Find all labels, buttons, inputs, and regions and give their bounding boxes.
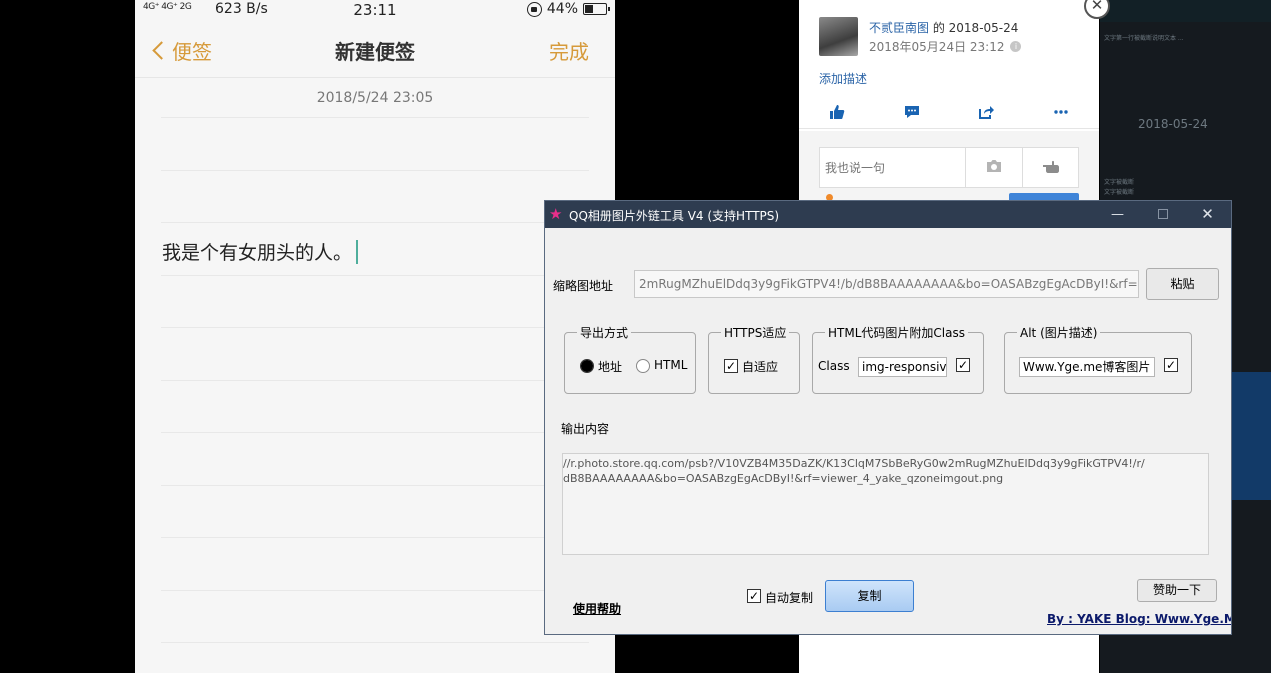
note-line <box>161 590 589 591</box>
class-label: Class <box>818 359 850 373</box>
note-line <box>161 275 589 276</box>
https-group: HTTPS适应 ✓ 自适应 <box>708 324 800 394</box>
info-icon[interactable]: i <box>1010 41 1022 52</box>
page-title: 新建便签 <box>335 40 415 64</box>
auto-copy-checkbox[interactable]: ✓ <box>747 589 761 603</box>
window-title: QQ相册图片外链工具 V4 (支持HTTPS) <box>569 209 780 223</box>
export-mode-group: 导出方式 地址 HTML <box>564 324 696 394</box>
html-class-group: HTML代码图片附加Class Class img-responsive ✓ <box>812 324 984 394</box>
uploader-name-link[interactable]: 不贰臣南图 <box>869 21 929 35</box>
comment-input[interactable] <box>820 148 965 187</box>
thumbnail-url-field[interactable]: 2mRugMZhuElDdq3y9gFikGTPV4!/b/dB8BAAAAAA… <box>634 270 1139 298</box>
auto-copy-label: 自动复制 <box>765 591 814 605</box>
maximize-button[interactable] <box>1140 201 1185 228</box>
note-line <box>161 222 589 223</box>
author-link[interactable]: By : YAKE Blog: Www.Yge.Me <box>1047 612 1231 626</box>
export-url-label: 地址 <box>598 360 623 374</box>
note-line <box>161 380 589 381</box>
copy-button[interactable]: 复制 <box>825 580 914 612</box>
background-text: 文字第一行被截断说明文本 ... <box>1104 35 1184 42</box>
status-right: 44% <box>526 1 610 17</box>
more-icon[interactable] <box>1052 104 1070 122</box>
thumbnail-url-label: 缩略图地址 <box>553 279 614 293</box>
background-date: 2018-05-24 <box>1138 117 1208 131</box>
donate-button[interactable]: 赞助一下 <box>1137 579 1217 602</box>
output-textarea[interactable]: //r.photo.store.qq.com/psb?/V10VZB4M35Da… <box>562 453 1209 555</box>
note-line <box>161 432 589 433</box>
pointing-hand-icon[interactable] <box>1022 148 1079 187</box>
background-header <box>1100 0 1271 22</box>
https-auto-label: 自适应 <box>742 360 779 374</box>
camera-icon[interactable] <box>965 148 1022 187</box>
note-date: 2018/5/24 23:05 <box>316 90 434 106</box>
class-checkbox[interactable]: ✓ <box>956 358 970 372</box>
paste-button[interactable]: 粘贴 <box>1146 268 1219 300</box>
notes-nav-bar: 便签 新建便签 完成 <box>135 22 615 78</box>
close-button[interactable]: ✕ <box>1185 201 1230 228</box>
uploader-line: 不贰臣南图 的 2018-05-24 <box>869 19 1018 36</box>
note-line <box>161 485 589 486</box>
star-app-icon: ★ <box>549 205 563 223</box>
rotation-lock-icon <box>526 1 542 17</box>
upload-time: 2018年05月24日 23:12 i <box>869 38 1022 55</box>
export-html-label: HTML <box>654 358 688 372</box>
add-description-link[interactable]: 添加描述 <box>819 70 867 87</box>
class-input[interactable]: img-responsive <box>858 357 947 377</box>
background-text: 文字被截断 文字被截断 <box>1104 179 1135 196</box>
window-title-bar[interactable]: ★ QQ相册图片外链工具 V4 (支持HTTPS) — ✕ <box>545 201 1231 228</box>
output-label: 输出内容 <box>561 422 610 436</box>
status-bar: 4G⁺ 4G⁺ 2G 623 B/s 23:11 44% <box>135 0 615 22</box>
link-tool-window: ★ QQ相册图片外链工具 V4 (支持HTTPS) — ✕ 缩略图地址 2mRu… <box>544 200 1232 635</box>
text-cursor <box>356 240 359 264</box>
battery-fill <box>585 5 593 13</box>
phone-notes-screen: 4G⁺ 4G⁺ 2G 623 B/s 23:11 44% 便签 新建便签 完成 … <box>135 0 615 673</box>
export-mode-title: 导出方式 <box>577 324 632 341</box>
export-url-radio[interactable] <box>580 359 594 373</box>
minimize-button[interactable]: — <box>1095 201 1140 228</box>
battery-percent: 44% <box>546 1 578 17</box>
https-auto-checkbox[interactable]: ✓ <box>724 359 738 373</box>
share-icon[interactable] <box>977 104 995 122</box>
note-line <box>161 170 589 171</box>
comment-box <box>819 147 1079 188</box>
avatar[interactable] <box>819 17 858 56</box>
help-link[interactable]: 使用帮助 <box>573 600 621 617</box>
note-line <box>161 642 589 643</box>
maximize-icon <box>1157 209 1168 219</box>
export-html-radio[interactable] <box>636 359 650 373</box>
thumbs-up-icon[interactable] <box>828 104 846 122</box>
alt-checkbox[interactable]: ✓ <box>1164 358 1178 372</box>
html-class-title: HTML代码图片附加Class <box>825 324 968 341</box>
battery-icon <box>583 3 610 15</box>
alt-group: Alt (图片描述) Www.Yge.me博客图片 ✓ <box>1004 324 1192 394</box>
note-line <box>161 117 589 118</box>
note-line <box>161 327 589 328</box>
alt-group-title: Alt (图片描述) <box>1017 324 1101 341</box>
comment-icon[interactable] <box>903 104 921 122</box>
done-button[interactable]: 完成 <box>549 36 589 65</box>
screen: 4G⁺ 4G⁺ 2G 623 B/s 23:11 44% 便签 新建便签 完成 … <box>0 0 1271 673</box>
uploader-of: 的 <box>929 21 949 35</box>
upload-time-text: 2018年05月24日 23:12 <box>869 40 1005 54</box>
note-editor[interactable]: 我是个有女朋头的人。 <box>162 238 359 265</box>
note-text: 我是个有女朋头的人。 <box>162 242 353 264</box>
photo-actions <box>799 99 1099 129</box>
alt-input[interactable]: Www.Yge.me博客图片 <box>1019 357 1155 377</box>
note-line <box>161 537 589 538</box>
album-name: 2018-05-24 <box>948 21 1019 35</box>
https-group-title: HTTPS适应 <box>721 324 790 341</box>
